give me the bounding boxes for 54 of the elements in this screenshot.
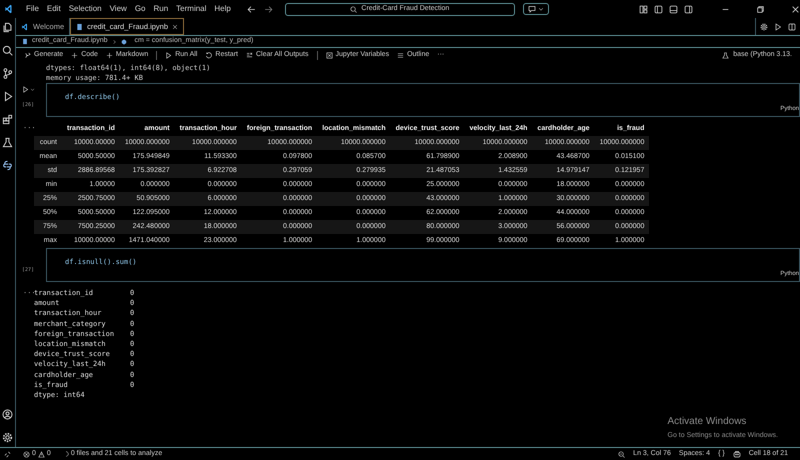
notebook-icon (76, 22, 84, 30)
plus-icon (106, 52, 113, 58)
close-icon[interactable] (791, 4, 800, 14)
clear-icon (246, 52, 253, 58)
source-control-icon[interactable] (2, 68, 13, 79)
search-icon (350, 6, 358, 12)
error-icon (23, 450, 30, 458)
layout-icon[interactable] (639, 4, 648, 14)
menu-item[interactable]: File (22, 3, 43, 15)
flask-icon[interactable] (2, 137, 13, 148)
gear-icon[interactable] (760, 22, 768, 30)
files-icon[interactable] (2, 22, 13, 33)
menu-item[interactable]: Selection (64, 3, 106, 15)
chat-icon (528, 5, 536, 13)
sidebar-right-icon[interactable] (684, 4, 693, 14)
settings-icon[interactable] (2, 432, 13, 443)
forward-arrow-icon[interactable] (264, 4, 273, 14)
run-icon (165, 52, 172, 58)
cube-icon (120, 38, 126, 44)
copilot-icon[interactable] (732, 450, 741, 458)
search-icon[interactable] (2, 45, 13, 56)
sidebar-left-icon[interactable] (654, 4, 663, 14)
app-logo-icon (21, 22, 29, 30)
run-cell-icon[interactable] (22, 86, 29, 93)
notebook-icon (22, 38, 28, 45)
menu-item[interactable]: Help (210, 3, 235, 15)
python-icon[interactable] (2, 160, 13, 171)
zoom-icon[interactable] (618, 450, 626, 458)
split-editor-icon[interactable] (788, 22, 796, 30)
app-logo-icon (4, 4, 14, 14)
plus-icon (71, 52, 78, 58)
flask-icon (722, 52, 730, 58)
restore-icon[interactable] (756, 4, 765, 14)
chat-button[interactable] (522, 3, 549, 15)
menu-item[interactable]: View (106, 3, 131, 15)
chevron-right-icon (112, 38, 116, 44)
account-icon[interactable] (2, 409, 13, 420)
restart-icon (205, 52, 212, 58)
run-debug-icon[interactable] (2, 91, 13, 102)
variables-icon (326, 52, 332, 58)
close-icon[interactable] (172, 24, 178, 30)
extensions-icon[interactable] (2, 114, 13, 125)
run-icon[interactable] (774, 22, 782, 30)
chevron-down-icon[interactable] (30, 87, 35, 92)
menu-item[interactable]: Run (149, 3, 172, 15)
menu-item[interactable]: Go (130, 3, 150, 15)
panel-bottom-icon[interactable] (669, 4, 678, 14)
menu-item[interactable]: Edit (42, 3, 65, 15)
activation-title: Activate Windows (668, 414, 748, 428)
outline-icon (397, 52, 404, 58)
back-arrow-icon[interactable] (246, 4, 256, 14)
warning-icon (38, 450, 45, 458)
chevron-down-icon (538, 6, 544, 12)
menu-item[interactable]: Terminal (172, 3, 210, 15)
